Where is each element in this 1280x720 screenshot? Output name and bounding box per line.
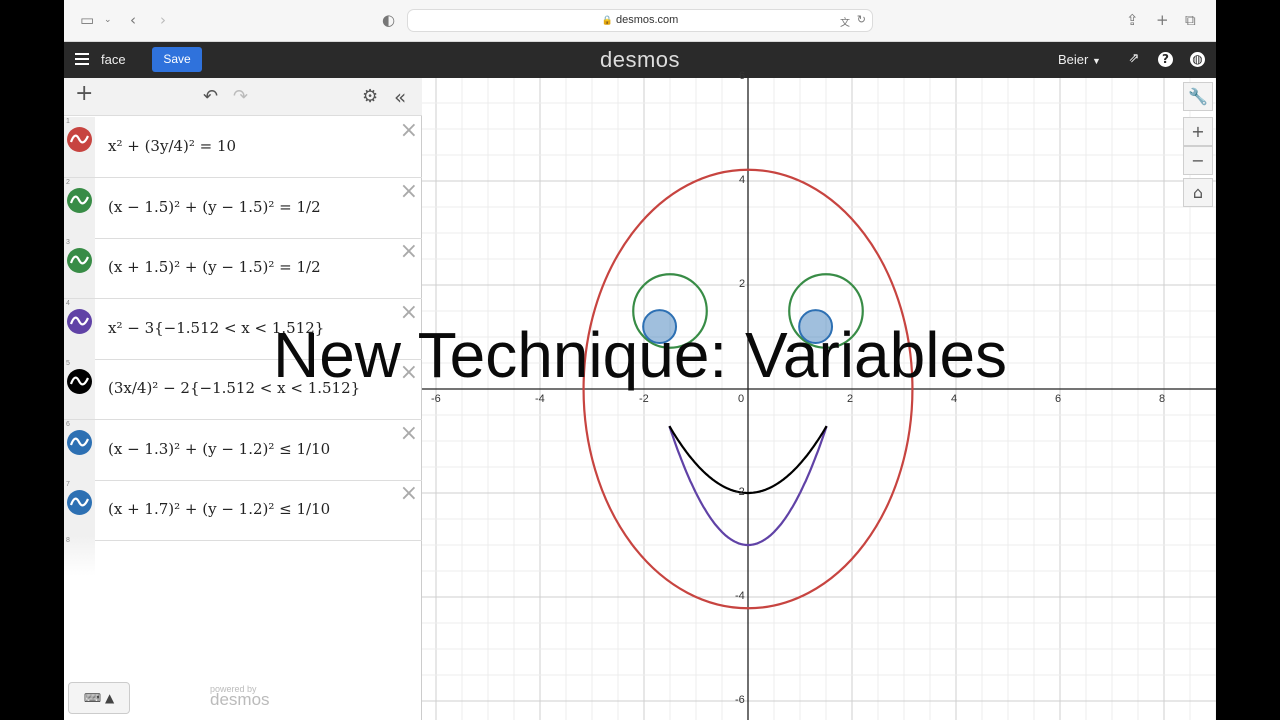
x-tick-label: -2: [639, 393, 649, 405]
url-label: desmos.com: [615, 14, 679, 26]
expression-formula[interactable]: (x + 1.7)² + (y − 1.2)² ≤ 1/10: [108, 500, 330, 518]
new-tab-icon[interactable]: +: [1156, 11, 1169, 29]
expression-row[interactable]: 5 (3x/4)² − 2{−1.512 < x < 1.512} ×: [64, 359, 422, 420]
user-name: Beier: [1058, 52, 1089, 67]
desmos-logo: desmos: [599, 47, 681, 72]
delete-expression-icon[interactable]: ×: [400, 180, 418, 203]
expression-gutter: 3: [64, 238, 95, 298]
expression-toolbar: + ↶ ↷ ⚙ «: [64, 78, 422, 116]
x-tick-label: -6: [431, 393, 441, 405]
y-tick-label: -4: [735, 590, 745, 602]
zoom-in-button[interactable]: +: [1183, 117, 1213, 146]
expression-row[interactable]: 7 (x + 1.7)² + (y − 1.2)² ≤ 1/10 ×: [64, 480, 422, 541]
y-tick-label: 4: [739, 174, 746, 186]
expression-gutter: 5: [64, 359, 95, 419]
expression-row[interactable]: 1 x² + (3y/4)² = 10 ×: [64, 117, 422, 178]
x-tick-label: 2: [847, 393, 854, 405]
chevron-down-icon[interactable]: ⌄: [104, 11, 112, 29]
expression-formula[interactable]: (3x/4)² − 2{−1.512 < x < 1.512}: [108, 379, 360, 397]
x-tick-label: 6: [1055, 393, 1062, 405]
forward-icon[interactable]: ›: [160, 11, 166, 29]
expression-formula[interactable]: (x − 1.3)² + (y − 1.2)² ≤ 1/10: [108, 440, 330, 458]
expression-index: 1: [66, 118, 70, 125]
expression-formula[interactable]: x² − 3{−1.512 < x < 1.512}: [108, 319, 324, 337]
share-graph-icon[interactable]: ⇗: [1125, 50, 1143, 68]
lock-icon: 🔒: [601, 15, 613, 25]
delete-expression-icon[interactable]: ×: [400, 301, 418, 324]
expression-panel: + ↶ ↷ ⚙ « 1 x² + (3y/4)² = 10 × 2 (x − 1.5)²…: [64, 78, 422, 720]
graph-style-icon[interactable]: [67, 490, 92, 515]
right-pupil-disk: [798, 309, 834, 345]
settings-gear-icon[interactable]: ⚙: [362, 87, 378, 107]
x-tick-label: 8: [1159, 393, 1166, 405]
desmos-header: face Save desmos Beier ▼ ⇗ ? ◍: [64, 42, 1216, 78]
delete-expression-icon[interactable]: ×: [400, 120, 418, 142]
undo-icon[interactable]: ↶: [203, 87, 218, 107]
add-item-icon[interactable]: +: [75, 83, 93, 105]
expression-row[interactable]: 6 (x − 1.3)² + (y − 1.2)² ≤ 1/10 ×: [64, 419, 422, 481]
delete-expression-icon[interactable]: ×: [400, 362, 418, 384]
zoom-out-button[interactable]: −: [1183, 146, 1213, 175]
default-viewport-home-icon[interactable]: ⌂: [1183, 178, 1213, 207]
expression-index: 4: [66, 299, 70, 307]
redo-icon[interactable]: ↷: [233, 87, 248, 107]
delete-expression-icon[interactable]: ×: [400, 241, 418, 263]
language-globe-icon[interactable]: ◍: [1190, 52, 1205, 67]
sidebar-icon[interactable]: ▭: [80, 11, 94, 29]
graph-settings-wrench-icon[interactable]: 🔧: [1183, 82, 1213, 111]
x-tick-label: 0: [738, 393, 745, 405]
expression-index: 7: [66, 481, 70, 488]
expression-index: 6: [66, 420, 70, 428]
back-icon[interactable]: ‹: [130, 11, 136, 29]
expression-gutter: 6: [64, 419, 95, 480]
screen: ▭ ⌄ ‹ › ◐ 🔒 desmos.com 文 ↻ ⇪ + ⧉ face Sa…: [64, 0, 1216, 720]
expression-index: 8: [66, 537, 70, 544]
graph-style-icon[interactable]: [67, 248, 92, 273]
caret-down-icon: ▼: [1091, 56, 1101, 66]
expression-row[interactable]: 4 x² − 3{−1.512 < x < 1.512} ×: [64, 298, 422, 360]
y-tick-label: 2: [739, 278, 746, 290]
graph-style-icon[interactable]: [67, 308, 92, 334]
expression-index: 3: [66, 239, 70, 246]
expression-formula[interactable]: (x − 1.5)² + (y − 1.5)² = 1/2: [108, 198, 321, 216]
empty-expression-gutter[interactable]: 8: [64, 536, 95, 576]
address-bar[interactable]: 🔒 desmos.com 文 ↻: [407, 9, 873, 32]
expression-row[interactable]: 3 (x + 1.5)² + (y − 1.5)² = 1/2 ×: [64, 238, 422, 299]
expression-gutter: 4: [64, 298, 95, 359]
expression-index: 5: [66, 360, 70, 367]
url-text: 🔒 desmos.com: [408, 14, 872, 26]
graph-style-icon[interactable]: [67, 187, 92, 213]
y-tick-label: -6: [735, 694, 745, 706]
delete-expression-icon[interactable]: ×: [400, 483, 418, 505]
expression-formula[interactable]: x² + (3y/4)² = 10: [108, 137, 236, 155]
expression-formula[interactable]: (x + 1.5)² + (y − 1.5)² = 1/2: [108, 258, 321, 276]
browser-toolbar: ▭ ⌄ ‹ › ◐ 🔒 desmos.com 文 ↻ ⇪ + ⧉: [64, 0, 1216, 42]
privacy-shield-icon[interactable]: ◐: [382, 11, 395, 29]
share-icon[interactable]: ⇪: [1126, 11, 1139, 29]
y-tick-label: 6: [739, 70, 746, 82]
graph-paper[interactable]: -6 -4 -2 0 2 4 6 8 6 4 2 -2 -4 -6: [422, 70, 1216, 720]
x-tick-label: -4: [535, 393, 545, 405]
user-menu[interactable]: Beier ▼: [1058, 52, 1101, 67]
y-tick-label: -2: [735, 486, 745, 498]
tabs-icon[interactable]: ⧉: [1185, 11, 1196, 29]
x-tick-label: 4: [951, 393, 958, 405]
delete-expression-icon[interactable]: ×: [400, 422, 418, 445]
expression-row[interactable]: 2 (x − 1.5)² + (y − 1.5)² = 1/2 ×: [64, 177, 422, 239]
powered-by-logo: desmos: [210, 690, 270, 709]
graph-style-icon[interactable]: [67, 429, 92, 455]
expression-gutter: 7: [64, 480, 95, 540]
expression-gutter: 2: [64, 177, 95, 238]
help-icon[interactable]: ?: [1158, 52, 1173, 67]
expression-index: 2: [66, 178, 70, 186]
expression-gutter: 1: [64, 117, 95, 177]
translate-icon[interactable]: 文: [840, 14, 850, 29]
left-pupil-disk: [642, 309, 678, 345]
graph-style-icon[interactable]: [67, 369, 92, 394]
collapse-panel-icon[interactable]: «: [394, 87, 406, 107]
reload-icon[interactable]: ↻: [857, 13, 866, 26]
graph-style-icon[interactable]: [67, 127, 92, 152]
keypad-toggle-button[interactable]: ⌨ ▲: [68, 682, 130, 714]
